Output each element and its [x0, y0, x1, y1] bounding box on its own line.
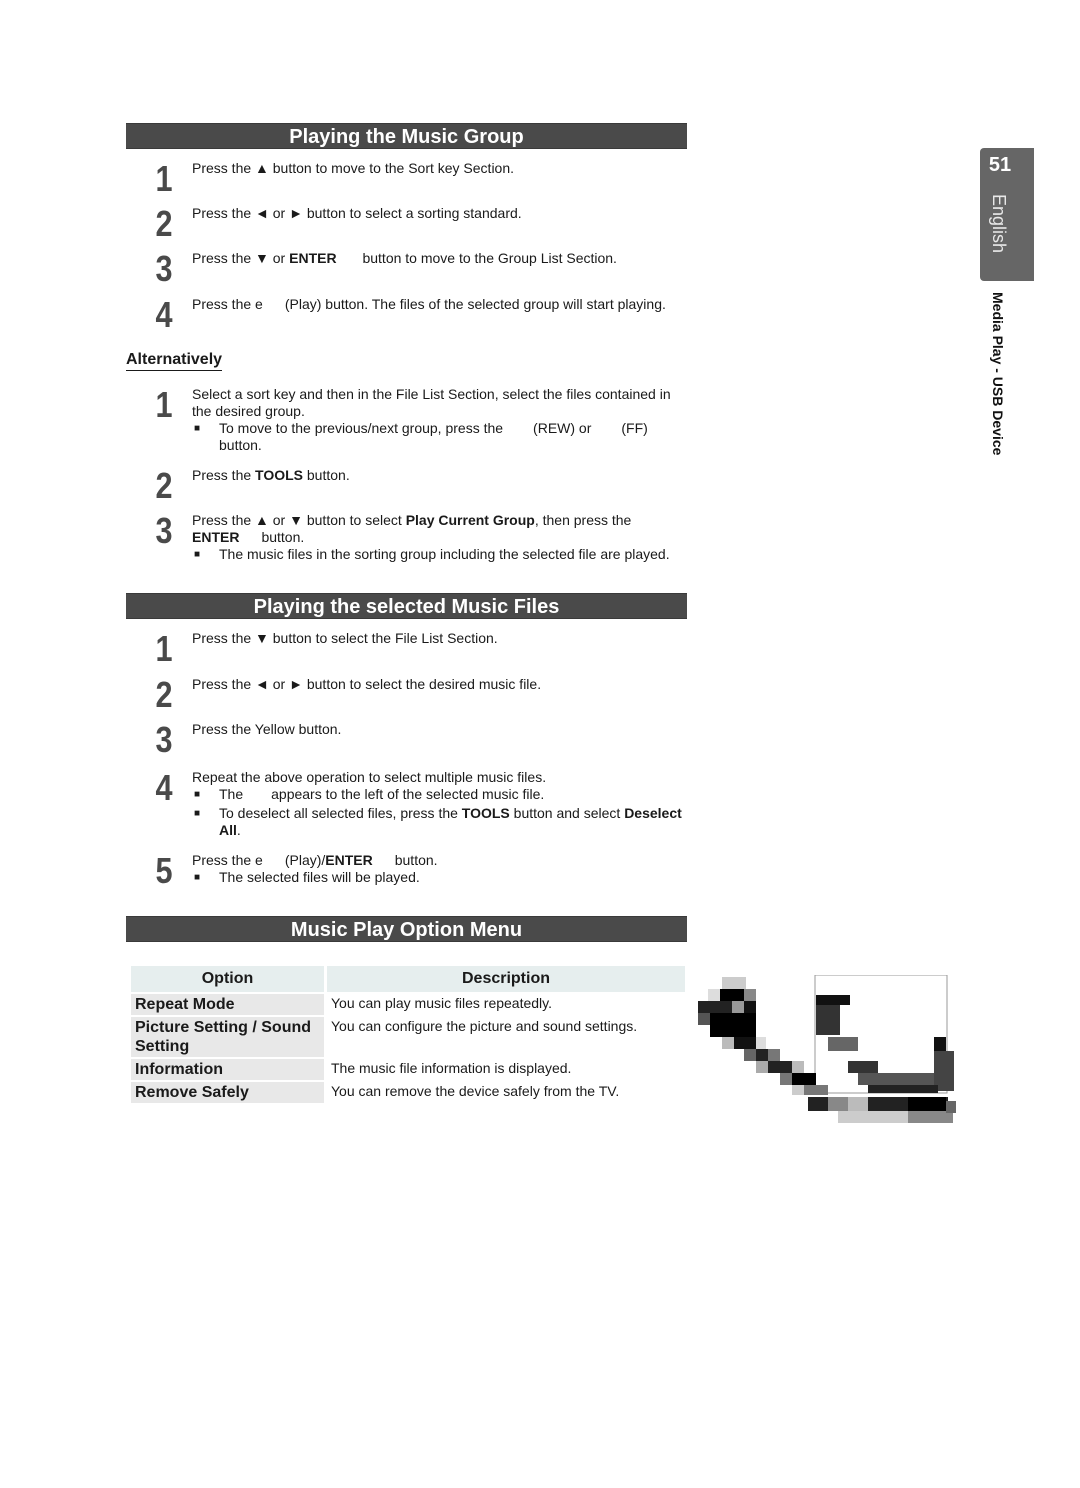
step-text: Press the TOOLS button. — [192, 467, 687, 484]
text: Press the — [192, 467, 256, 483]
table-header-row: Option Description — [131, 966, 685, 992]
text: Press the e — [192, 296, 263, 312]
description-cell: You can configure the picture and sound … — [331, 1018, 638, 1034]
note: ■ The music files in the sorting group in… — [192, 546, 687, 563]
text: The music files in the sorting group inc… — [219, 546, 670, 562]
table-row: Picture Setting / Sound Setting You can … — [131, 1017, 685, 1057]
step-number: 5 — [155, 850, 173, 891]
option-cell: Repeat Mode — [131, 994, 324, 1015]
text: The selected files will be played. — [219, 869, 420, 885]
text: (Play)/ — [284, 852, 326, 868]
column-header-description: Description — [327, 966, 685, 992]
step-text: Press the ▲ button to move to the Sort k… — [192, 160, 515, 176]
bullet-icon: ■ — [194, 423, 201, 434]
text: button and select — [509, 805, 625, 821]
text: To deselect all selected files, press th… — [219, 805, 462, 821]
section-header-option-menu: Music Play Option Menu — [126, 916, 687, 942]
page-tab: 51 English — [980, 148, 1034, 281]
option-cell: Remove Safely — [131, 1082, 324, 1103]
note: ■ The selected files will be played. — [192, 869, 687, 886]
text: . — [236, 822, 241, 838]
text: appears to the left of the selected musi… — [271, 786, 545, 802]
table-row: Information The music file information i… — [131, 1059, 685, 1080]
text: Press the e — [192, 852, 263, 868]
step-text: Press the ▼ or ENTER button to move to t… — [192, 250, 687, 267]
step-text: Press the e (Play) button. The files of t… — [192, 296, 687, 313]
description-cell: You can remove the device safely from th… — [331, 1083, 620, 1099]
column-header-option: Option — [131, 966, 324, 992]
step-number: 1 — [155, 158, 173, 199]
table-row: Remove Safely You can remove the device … — [131, 1082, 685, 1103]
text: (REW) or — [533, 420, 592, 436]
description-cell: The music file information is displayed. — [331, 1060, 572, 1076]
step-number: 3 — [155, 719, 173, 760]
option-cell: Information — [131, 1059, 324, 1080]
text: The — [219, 786, 244, 802]
step-number: 1 — [155, 384, 173, 425]
step-text: Press the ◄ or ► button to select the de… — [192, 676, 542, 692]
text: To move to the previous/next group, pres… — [219, 420, 504, 436]
step-text: Press the ▼ button to select the File Li… — [192, 630, 498, 646]
pixel-cable-graphic — [698, 977, 956, 1123]
bullet-icon: ■ — [194, 789, 201, 800]
enter-key-label: ENTER — [289, 250, 337, 266]
text: button. — [261, 529, 305, 545]
page-number: 51 — [988, 154, 1012, 176]
step-number: 4 — [155, 767, 173, 808]
text: button. — [303, 467, 350, 483]
language-label: English — [989, 194, 1009, 254]
text: (Play) button. The files of the selected… — [284, 296, 666, 312]
note: ■ To deselect all selected files, press t… — [192, 805, 687, 839]
step-text: Press the ▲ or ▼ button to select Play C… — [192, 512, 687, 563]
tools-key-label: TOOLS — [461, 805, 510, 821]
step-number: 3 — [155, 510, 173, 551]
option-cell: Picture Setting / Sound Setting — [131, 1017, 324, 1057]
menu-item-label: Play Current Group — [405, 512, 535, 528]
step-number: 4 — [155, 294, 173, 335]
table-row: Repeat Mode You can play music files rep… — [131, 994, 685, 1015]
text: Press the ▼ or — [192, 250, 290, 266]
text: button to move to the Group List Section… — [358, 250, 617, 266]
text: button. — [219, 437, 262, 453]
step-number: 2 — [155, 674, 173, 715]
note: ■ To move to the previous/next group, pre… — [192, 420, 687, 454]
step-text: Repeat the above operation to select mul… — [192, 769, 687, 839]
step-text: Select a sort key and then in the File L… — [192, 386, 687, 454]
bullet-icon: ■ — [194, 549, 201, 560]
enter-key-label: ENTER — [192, 529, 240, 545]
subheading-alternatively: Alternatively — [126, 350, 223, 371]
text: (FF) — [621, 420, 648, 436]
note: ■ The appears to the left of the selected … — [192, 786, 687, 803]
text: Press the ▲ or ▼ button to select — [192, 512, 406, 528]
chapter-title: Media Play - USB Device — [990, 292, 1006, 456]
step-text: Press the Yellow button. — [192, 721, 342, 737]
step-number: 2 — [155, 465, 173, 506]
step-text: Press the e (Play)/ENTER button. ■ The sele… — [192, 852, 687, 886]
text: , then press the — [534, 512, 632, 528]
section-header-selected-files: Playing the selected Music Files — [126, 593, 687, 619]
bullet-icon: ■ — [194, 808, 201, 819]
option-table: Option Description Repeat Mode You can p… — [128, 964, 688, 1105]
description-cell: You can play music files repeatedly. — [331, 995, 553, 1011]
step-text: Press the ◄ or ► button to select a sort… — [192, 205, 522, 221]
bullet-icon: ■ — [194, 872, 201, 883]
text: Repeat the above operation to select mul… — [192, 769, 547, 785]
step-number: 3 — [155, 248, 173, 289]
step-number: 2 — [155, 203, 173, 244]
step-number: 1 — [155, 628, 173, 669]
enter-key-label: ENTER — [325, 852, 373, 868]
section-header-music-group: Playing the Music Group — [126, 123, 687, 149]
text: Select a sort key and then in the File L… — [192, 386, 671, 419]
option-menu-illustration — [698, 975, 956, 1123]
tools-key-label: TOOLS — [255, 467, 303, 483]
text: button. — [394, 852, 438, 868]
